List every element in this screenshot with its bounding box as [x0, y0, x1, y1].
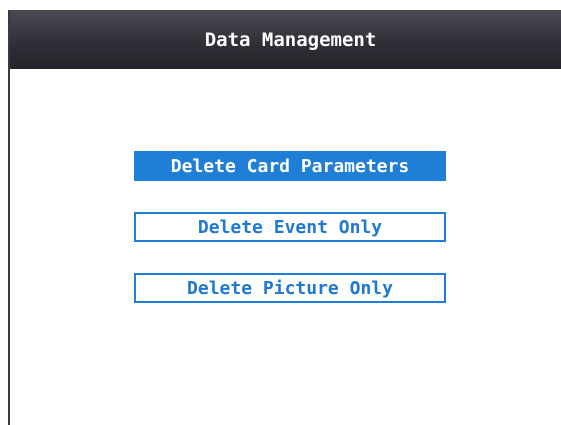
- delete-event-only-button[interactable]: Delete Event Only: [134, 212, 446, 242]
- top-strip: [0, 0, 561, 10]
- menu-item-label: Delete Card Parameters: [170, 155, 410, 177]
- delete-picture-only-button[interactable]: Delete Picture Only: [134, 273, 446, 303]
- page-title: Data Management: [204, 28, 377, 51]
- menu-item-label: Delete Picture Only: [187, 277, 393, 299]
- device-frame: Data Management Delete Card Parameters D…: [0, 0, 561, 425]
- delete-card-parameters-button[interactable]: Delete Card Parameters: [134, 151, 446, 181]
- menu-item-label: Delete Event Only: [197, 216, 383, 238]
- data-management-screen: Data Management Delete Card Parameters D…: [8, 10, 561, 425]
- header-bar: Data Management: [10, 10, 561, 69]
